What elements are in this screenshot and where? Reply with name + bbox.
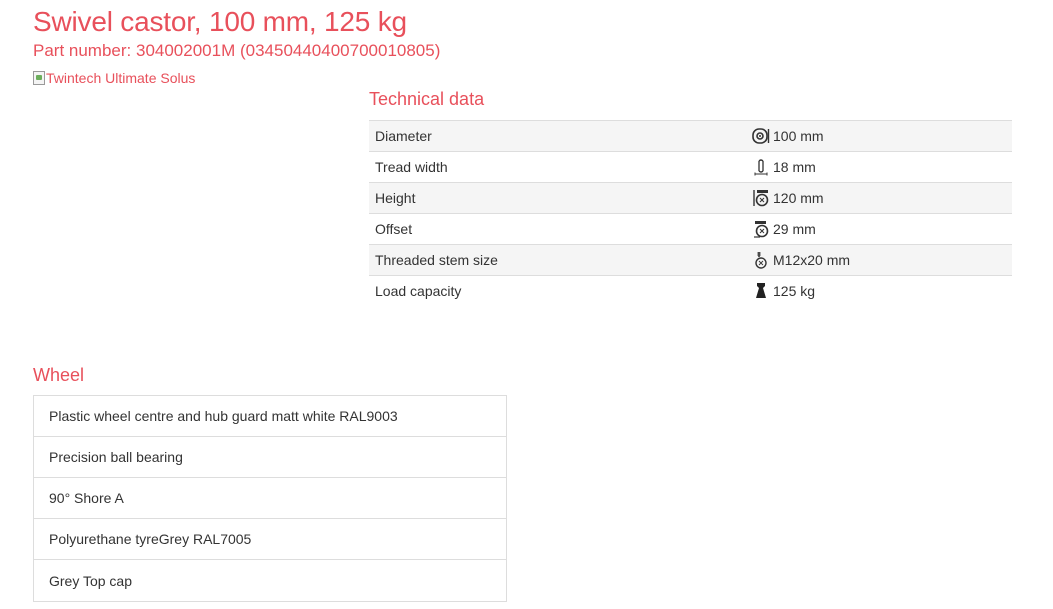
spec-label: Tread width [369, 151, 752, 183]
list-item: Precision ball bearing [34, 437, 506, 478]
spec-value: 29 mm [773, 221, 816, 237]
spec-label: Height [369, 182, 752, 214]
table-row: Threaded stem size M12x20 mm [369, 244, 1012, 276]
spec-value: M12x20 mm [773, 252, 851, 268]
wheel-heading: Wheel [33, 365, 85, 385]
table-row: Tread width 18 mm [369, 151, 1012, 183]
table-row: Load capacity 125 kg [369, 275, 1012, 306]
part-number: Part number: 304002001M (034504404007000… [33, 41, 441, 60]
product-page: Swivel castor, 100 mm, 125 kg Part numbe… [0, 0, 1053, 609]
technical-data-heading: Technical data [369, 89, 485, 109]
spec-label: Load capacity [369, 275, 752, 306]
list-item: Plastic wheel centre and hub guard matt … [34, 396, 506, 437]
table-row: Height 120 mm [369, 182, 1012, 214]
spec-label: Diameter [369, 120, 752, 152]
load-capacity-icon [756, 283, 766, 298]
list-item: 90° Shore A [34, 478, 506, 519]
table-row: Offset 29 mm [369, 213, 1012, 245]
list-item: Polyurethane tyreGrey RAL7005 [34, 519, 506, 560]
spec-value: 120 mm [773, 190, 824, 206]
product-title: Swivel castor, 100 mm, 125 kg [33, 6, 407, 37]
spec-value: 100 mm [773, 128, 824, 144]
technical-data-table: Diameter 100 mm Tread width 18 mm Height… [369, 120, 1012, 306]
list-item: Grey Top cap [49, 572, 133, 589]
spec-value: 125 kg [773, 283, 816, 299]
height-icon [753, 190, 769, 207]
spec-value: 18 mm [773, 159, 816, 175]
threaded-stem-icon [755, 252, 767, 269]
table-row: Diameter 100 mm [369, 120, 1012, 152]
offset-icon [754, 221, 769, 238]
tread-width-icon [754, 159, 768, 176]
product-image: Twintech Ultimate Solus [33, 70, 195, 86]
product-image-alt-text: Twintech Ultimate Solus [46, 70, 196, 86]
wheel-feature-list: Plastic wheel centre and hub guard matt … [33, 395, 507, 602]
spec-label: Offset [369, 213, 752, 245]
diameter-icon [752, 128, 770, 144]
spec-label: Threaded stem size [369, 244, 752, 276]
broken-image-icon [33, 71, 45, 85]
